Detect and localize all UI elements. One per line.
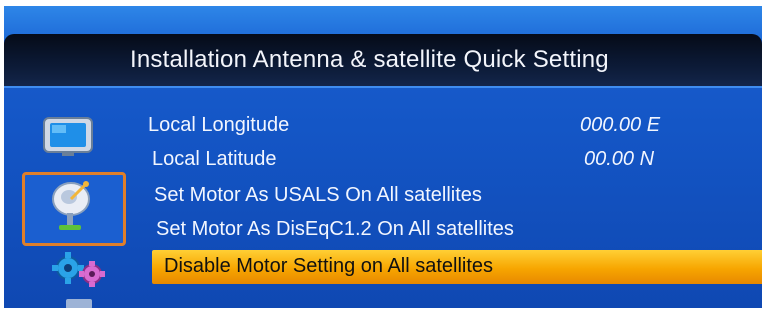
local-longitude-value[interactable]: 000.00 E bbox=[580, 114, 660, 137]
satellite-dish-icon-selected[interactable] bbox=[22, 172, 126, 246]
menu-item-set-motor-usals[interactable]: Set Motor As USALS On All satellites bbox=[154, 184, 482, 207]
satellite-dish-icon bbox=[52, 181, 90, 230]
menu-item-local-longitude[interactable]: Local Longitude bbox=[148, 114, 289, 137]
menu-item-local-latitude[interactable]: Local Latitude bbox=[152, 148, 277, 171]
local-latitude-value[interactable]: 00.00 N bbox=[584, 148, 654, 171]
menu-item-disable-motor-selected[interactable]: Disable Motor Setting on All satellites bbox=[152, 250, 762, 284]
partial-icon bbox=[64, 296, 98, 308]
title-bar: Installation Antenna & satellite Quick S… bbox=[4, 34, 762, 88]
menu-item-disable-motor-label: Disable Motor Setting on All satellites bbox=[164, 255, 494, 277]
tv-icon[interactable] bbox=[40, 116, 96, 158]
page-title: Installation Antenna & satellite Quick S… bbox=[130, 46, 609, 73]
tv-screen: Installation Antenna & satellite Quick S… bbox=[4, 6, 762, 308]
menu-item-set-motor-diseqc[interactable]: Set Motor As DisEqC1.2 On All satellites bbox=[156, 218, 514, 241]
gears-icon[interactable] bbox=[50, 250, 108, 290]
